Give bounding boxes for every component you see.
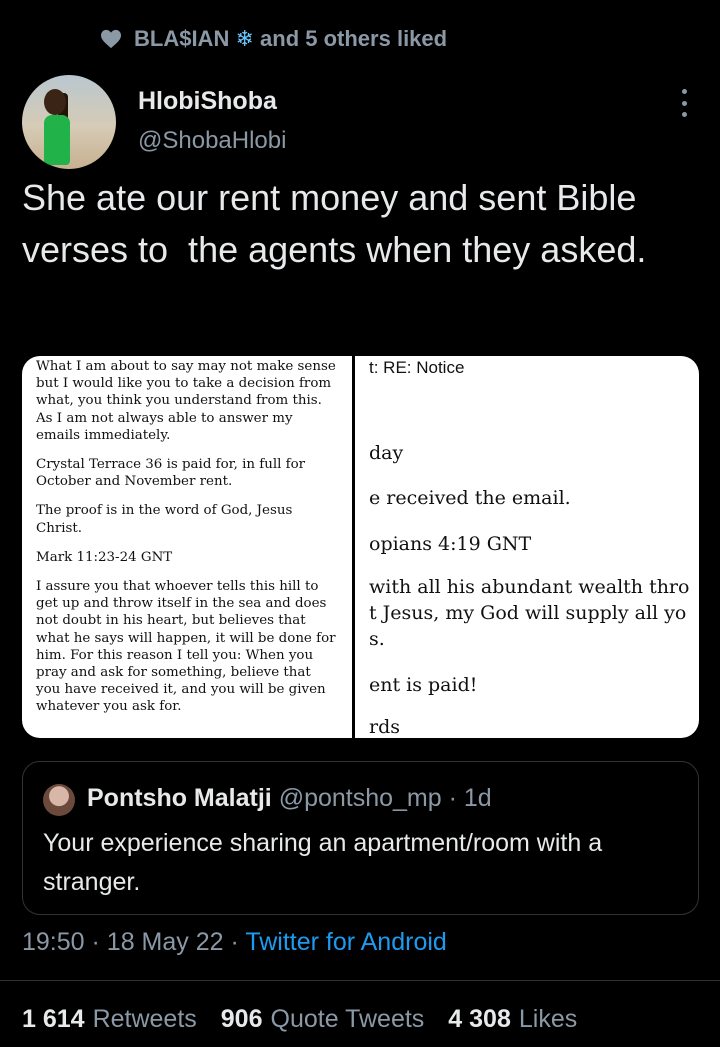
meta-separator: · [91,928,100,956]
email-line: opians 4:19 GNT [369,533,532,555]
tweet-media[interactable]: What I am about to say may not make sens… [22,356,699,738]
tweet-time[interactable]: 19:50 [22,928,85,956]
tweet-stats: 1 614 Retweets 906 Quote Tweets 4 308 Likes [22,1005,577,1034]
quote-time: 1d [463,784,492,812]
author-handle[interactable]: @ShobaHlobi [138,127,286,155]
email-paragraph: Mark 11:23-24 GNT [36,549,173,565]
author-display-name[interactable]: HlobiShoba [138,87,277,116]
quote-tweets-count: 906 [220,1005,263,1033]
quote-tweets-stat[interactable]: 906 Quote Tweets [221,1005,425,1034]
email-line: rds [369,716,400,738]
likes-count: 4 308 [448,1005,511,1033]
media-image-left[interactable]: What I am about to say may not make sens… [22,356,352,738]
tweet-source-link[interactable]: Twitter for Android [245,928,446,956]
avatar[interactable] [22,75,116,169]
email-line: e received the email. [369,487,571,509]
tweet-text: She ate our rent money and sent Bible ve… [22,177,647,270]
divider [0,980,720,981]
media-image-right[interactable]: t: RE: Notice day e received the email. … [355,356,699,738]
email-subject: t: RE: Notice [369,358,465,377]
more-options-icon[interactable] [678,89,690,117]
quote-header: Pontsho Malatji @pontsho_mp · 1d [87,784,492,813]
likes-stat[interactable]: 4 308 Likes [448,1005,577,1034]
tweet-date[interactable]: 18 May 22 [107,928,224,956]
quote-separator: · [448,784,457,812]
email-paragraph: I assure you that whoever tells this hil… [36,579,336,715]
quote-avatar [43,784,75,816]
social-context-label: BLA$IAN ❄ and 5 others liked [134,26,447,52]
quote-author-name: Pontsho Malatji [87,784,272,812]
heart-icon [101,29,121,49]
email-line: with all his abundant wealth thro [369,576,690,598]
email-line: t Jesus, my God will supply all yo [369,602,687,624]
quote-tweets-label: Quote Tweets [270,1005,425,1033]
liker-name: BLA$IAN [134,26,230,51]
snowflake-icon: ❄ [235,26,254,51]
retweets-count: 1 614 [22,1005,85,1033]
liked-suffix: and 5 others liked [260,26,448,51]
email-paragraph: The proof is in the word of God, Jesus C… [36,503,293,536]
retweets-stat[interactable]: 1 614 Retweets [22,1005,197,1034]
email-line: ent is paid! [369,674,478,696]
tweet-meta: 19:50 · 18 May 22 · Twitter for Android [22,928,447,957]
email-line: s. [369,628,385,650]
social-context[interactable]: BLA$IAN ❄ and 5 others liked [100,26,447,52]
email-line: day [369,442,404,464]
author-row: HlobiShoba @ShobaHlobi [22,75,702,170]
email-paragraph: What I am about to say may not make sens… [36,359,336,443]
quote-text: Your experience sharing an apartment/roo… [43,829,603,896]
retweets-label: Retweets [92,1005,197,1033]
meta-separator: · [230,928,239,956]
quote-author-handle: @pontsho_mp [278,784,442,812]
email-paragraph: Crystal Terrace 36 is paid for, in full … [36,457,306,490]
quoted-tweet[interactable]: Pontsho Malatji @pontsho_mp · 1d Your ex… [22,761,699,915]
likes-label: Likes [518,1005,578,1033]
